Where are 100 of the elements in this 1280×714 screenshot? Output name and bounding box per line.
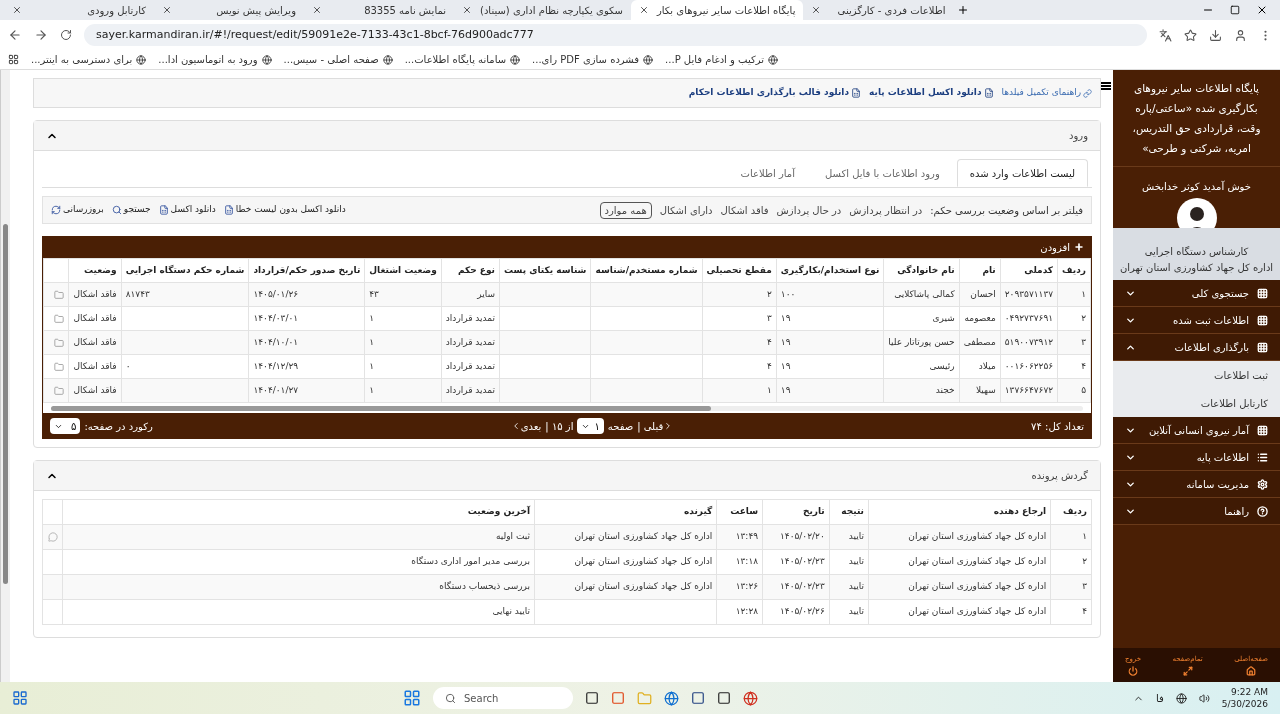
table-cell: ۱ (369, 312, 375, 323)
close-icon[interactable] (12, 5, 22, 15)
menu-item[interactable]: بارگذاری اطلاعات (1113, 334, 1280, 361)
bookmark[interactable]: فشرده سازی PDF رای... (532, 52, 654, 67)
download-icon[interactable] (1209, 28, 1222, 42)
spreadsheet-icon (158, 205, 169, 215)
link[interactable]: دانلود اکسل اطلاعات پایه (869, 86, 994, 100)
table-cell: تایید نهایی (492, 606, 531, 617)
toolbar-link[interactable]: دانلود اکسل (158, 203, 216, 217)
table-cell: بررسی ذیحساب دستگاه (439, 581, 531, 592)
browser-tab[interactable]: سکوی یکپارچه نظام اداری (سیناد) (454, 0, 631, 20)
forward-icon[interactable] (34, 28, 48, 42)
column-header: وضعیت اشتغال (364, 258, 442, 283)
filter-option[interactable]: همه موارد (599, 201, 652, 219)
start-icon[interactable] (403, 689, 421, 707)
widgets-icon[interactable] (12, 690, 28, 706)
app-icon[interactable] (691, 691, 705, 705)
table-cell: تمدید قرارداد (445, 360, 495, 371)
toolbar-link[interactable]: بروزرسانی (51, 203, 104, 217)
table-cell: تایید (848, 606, 864, 617)
submenu-item[interactable]: کارتابل اطلاعات (1113, 389, 1280, 417)
browser-tab[interactable]: کارتابل ورودی (4, 0, 154, 20)
language-indicator[interactable]: فا (1156, 690, 1164, 706)
reload-icon[interactable] (60, 29, 72, 41)
toolbar-link[interactable]: جستجو (111, 203, 151, 217)
menu-item[interactable]: جستجوی کلی (1113, 280, 1280, 307)
bookmark[interactable]: سامانه پایگاه اطلاعات... (404, 52, 521, 67)
tab[interactable]: آمار اطلاعات (727, 159, 808, 187)
back-icon[interactable] (8, 28, 22, 42)
close-icon[interactable] (638, 5, 649, 15)
column-header: شناسه یکتای پست (499, 258, 591, 283)
link-icon (1083, 88, 1092, 98)
translate-icon[interactable] (1159, 28, 1172, 42)
network-icon[interactable] (1175, 692, 1187, 704)
table-cell: ۱ (1082, 531, 1087, 542)
apps-icon[interactable] (8, 54, 19, 65)
tab[interactable]: ورود اطلاعات با فایل اکسل (811, 159, 953, 187)
tab[interactable]: لیست اطلاعات وارد شده (956, 159, 1088, 187)
table-cell: تمدید قرارداد (445, 336, 495, 347)
column-header: تاریخ صدور حکم/قرارداد (248, 258, 365, 283)
close-icon[interactable] (811, 5, 822, 15)
bookmark[interactable]: ترکیب و ادغام فایل P... (665, 52, 778, 67)
table-cell: فاقد اشکال (73, 288, 117, 299)
browser-icon[interactable] (743, 690, 758, 706)
table-cell: تمدید قرارداد (445, 312, 495, 323)
table-cell: ۱۴۰۵/۰۲/۲۶ (780, 606, 825, 617)
bookmark[interactable]: ورود به اتوماسیون ادا... (158, 52, 272, 67)
column-header: نوع حکم (441, 258, 500, 283)
address-bar[interactable]: sayer.karmandiran.ir/#!/request/edit/59091e2e-7133-43c1-8bcf-76d900adc777 (84, 24, 1147, 46)
bookmark-star-icon[interactable] (1184, 28, 1197, 42)
new-tab-icon[interactable] (957, 4, 970, 16)
submenu-item[interactable]: ثبت اطلاعات (1113, 361, 1280, 389)
bookmark[interactable]: برای دسترسی به اینتر... (31, 52, 147, 67)
table-cell: ۳ (1081, 336, 1086, 347)
prev-link[interactable]: قبلی | (637, 418, 674, 434)
browser-tab[interactable]: پایگاه اطلاعات سایر نیروهای بکار (630, 0, 804, 20)
browser-tab[interactable]: اطلاعات فردی - کارگزینی (803, 0, 954, 20)
browser-icon[interactable] (664, 690, 679, 706)
add-button[interactable]: افزودن (1040, 239, 1084, 255)
filter-label: فیلتر بر اساس وضعیت بررسی حکم: (930, 203, 1083, 218)
app-icon[interactable] (717, 691, 731, 705)
page-select[interactable]: ۱ (577, 418, 604, 434)
next-link[interactable]: بعدی (510, 418, 542, 434)
taskbar-search[interactable]: Search (433, 687, 573, 709)
menu-item[interactable]: مدیریت سامانه (1113, 471, 1280, 498)
close-icon[interactable] (1256, 4, 1268, 16)
section-title: گردش پرونده (1031, 469, 1088, 483)
close-icon[interactable] (312, 5, 322, 15)
browser-tab[interactable]: ویرایش پیش نویس (154, 0, 304, 20)
table-cell: ۵۱۹۰۰۷۳۹۱۲ (1004, 336, 1054, 347)
close-icon[interactable] (162, 5, 172, 15)
toolbar-link[interactable]: دانلود اکسل بدون لیست خطا (223, 203, 346, 217)
volume-icon[interactable] (1198, 692, 1210, 704)
menu-item[interactable]: اطلاعات ثبت شده (1113, 307, 1280, 334)
spreadsheet-icon (851, 88, 862, 98)
bookmark[interactable]: صفحه اصلی - سیس... (283, 52, 393, 67)
menu-item[interactable]: آمار نیروی انسانی آنلاین (1113, 417, 1280, 444)
app-icon[interactable] (585, 691, 599, 705)
link[interactable]: راهنمای تکمیل فیلدها (1001, 86, 1092, 100)
menu-label: اطلاعات پایه (1196, 450, 1249, 465)
table-cell: اداره کل جهاد کشاورزی استان تهران (908, 556, 1047, 567)
link[interactable]: دانلود قالب بارگذاری اطلاعات احکام (688, 86, 862, 100)
per-page-select[interactable]: ۵ (50, 418, 81, 434)
maximize-icon[interactable] (1230, 5, 1240, 15)
globe-icon (261, 54, 272, 65)
filter-option[interactable]: در انتظار پردازش (849, 202, 923, 218)
total-count: تعداد کل: ۷۴ (1031, 419, 1084, 434)
filter-option[interactable]: در حال پردازش (776, 202, 842, 218)
filter-option[interactable]: دارای اشکال (659, 202, 713, 218)
profile-icon[interactable] (1234, 28, 1247, 42)
home-icon (1246, 666, 1257, 677)
menu-toggle-icon[interactable] (1101, 82, 1111, 90)
menu-item[interactable]: راهنما (1113, 498, 1280, 525)
fullscreen-icon (1182, 666, 1193, 677)
table-cell: ۲ (1082, 556, 1087, 567)
close-icon[interactable] (462, 5, 472, 15)
filter-option[interactable]: فاقد اشکال (720, 202, 769, 218)
browser-tab[interactable]: نمایش نامه 83355 (304, 0, 454, 20)
column-header: ارجاع دهنده (868, 499, 1051, 525)
menu-item[interactable]: اطلاعات پایه (1113, 444, 1280, 471)
